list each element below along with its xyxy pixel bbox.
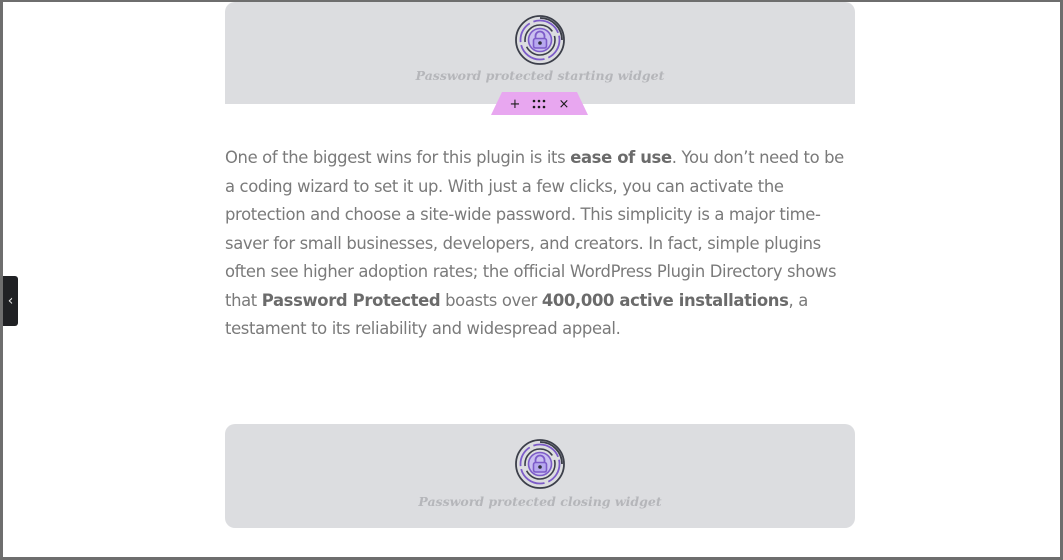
- close-icon[interactable]: ×: [553, 94, 575, 114]
- bold-plugin-name: Password Protected: [261, 290, 441, 310]
- starting-widget[interactable]: Password protected starting widget: [225, 2, 855, 104]
- text-segment: . You don’t need to be a coding wizard t…: [225, 148, 844, 310]
- fingerprint-lock-icon: [515, 15, 565, 65]
- text-segment: boasts over: [440, 290, 542, 310]
- closing-widget[interactable]: Password protected closing widget: [225, 424, 855, 528]
- body-paragraph: One of the biggest wins for this plugin …: [225, 144, 857, 344]
- editor-canvas: Password protected starting widget + × O…: [0, 0, 1063, 560]
- starting-widget-caption: Password protected starting widget: [415, 68, 665, 83]
- bold-installations: 400,000 active installations: [541, 290, 789, 310]
- widget-toolbar: + ×: [491, 92, 588, 115]
- fingerprint-lock-icon: [515, 439, 565, 489]
- drag-handle-icon[interactable]: [528, 94, 550, 114]
- chevron-left-icon: ‹: [7, 293, 14, 309]
- add-element-button[interactable]: +: [504, 94, 526, 114]
- panel-toggle-button[interactable]: ‹: [3, 276, 18, 326]
- closing-widget-caption: Password protected closing widget: [418, 494, 662, 509]
- bold-ease-of-use: ease of use: [570, 148, 672, 167]
- text-segment: One of the biggest wins for this plugin …: [225, 148, 571, 167]
